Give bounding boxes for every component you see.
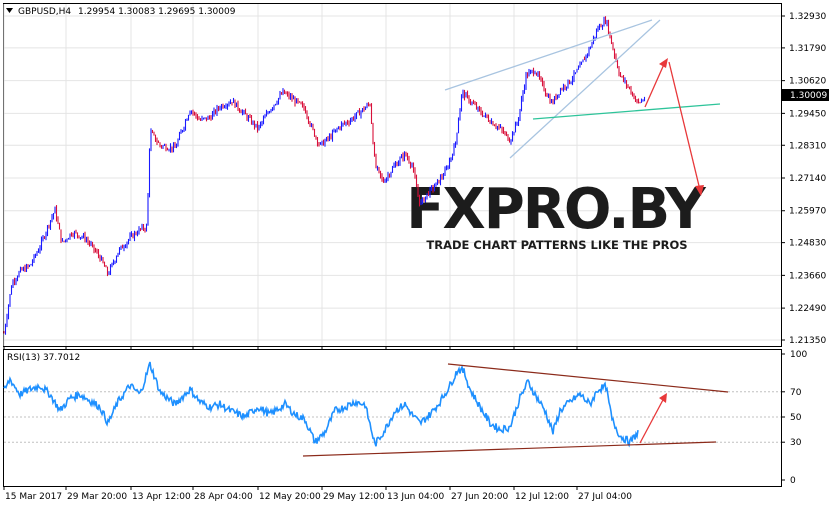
- watermark-tagline: TRADE CHART PATTERNS LIKE THE PROS: [426, 238, 687, 252]
- rsi-axis: 100 70 50 30 0: [781, 350, 807, 486]
- rsi-tick-label: 30: [790, 438, 802, 448]
- time-tick-label: 13 Jun 04:00: [387, 492, 444, 502]
- price-panel-ohlc: 1.29954 1.30083 1.29695 1.30009: [78, 7, 236, 17]
- rsi-tick-label: 70: [790, 388, 802, 398]
- price-panel-frame: [3, 3, 782, 347]
- time-tick-label: 29 Mar 20:00: [67, 492, 127, 502]
- time-tick-label: 13 Apr 12:00: [132, 492, 191, 502]
- price-tick-label: 1.25970: [789, 207, 826, 217]
- rsi-panel-label: RSI(13) 37.7012: [7, 353, 80, 363]
- rsi-tick-label: 100: [790, 350, 807, 360]
- price-tick-label: 1.28310: [789, 141, 826, 151]
- time-tick-label: 15 Mar 2017: [5, 492, 62, 502]
- price-tick-label: 1.22490: [789, 304, 826, 314]
- time-tick-label: 28 Apr 04:00: [194, 492, 253, 502]
- time-tick-label: 29 May 12:00: [323, 492, 385, 502]
- price-tick-label: 1.31790: [789, 44, 826, 54]
- price-tick-label: 1.27140: [789, 174, 826, 184]
- watermark-logo: FXPRO.BY TRADE CHART PATTERNS LIKE THE P…: [406, 177, 709, 252]
- price-tick-label: 1.30620: [789, 77, 826, 87]
- time-tick-label: 12 Jul 12:00: [515, 492, 569, 502]
- rsi-tick-label: 50: [790, 413, 802, 423]
- price-tick-label: 1.32930: [789, 12, 826, 22]
- time-tick-label: 27 Jun 20:00: [451, 492, 508, 502]
- time-tick-label: 12 May 20:00: [259, 492, 321, 502]
- price-tick-label: 1.29450: [789, 109, 826, 119]
- price-tick-label: 1.21350: [789, 336, 826, 346]
- time-tick-label: 27 Jul 04:00: [578, 492, 632, 502]
- trading-chart: FXPRO.BY TRADE CHART PATTERNS LIKE THE P…: [3, 3, 829, 502]
- price-panel-symbol: GBPUSD,H4: [18, 7, 71, 17]
- price-tick-label: 1.23660: [789, 271, 826, 281]
- price-axis: 1.32930 1.31790 1.30620 1.29450 1.28310 1.271…: [781, 12, 826, 346]
- current-price-marker: 1.30009: [790, 91, 827, 101]
- rsi-tick-label: 0: [790, 476, 796, 486]
- price-tick-label: 1.24830: [789, 239, 826, 249]
- watermark-logo-text: FXPRO.BY: [406, 177, 707, 242]
